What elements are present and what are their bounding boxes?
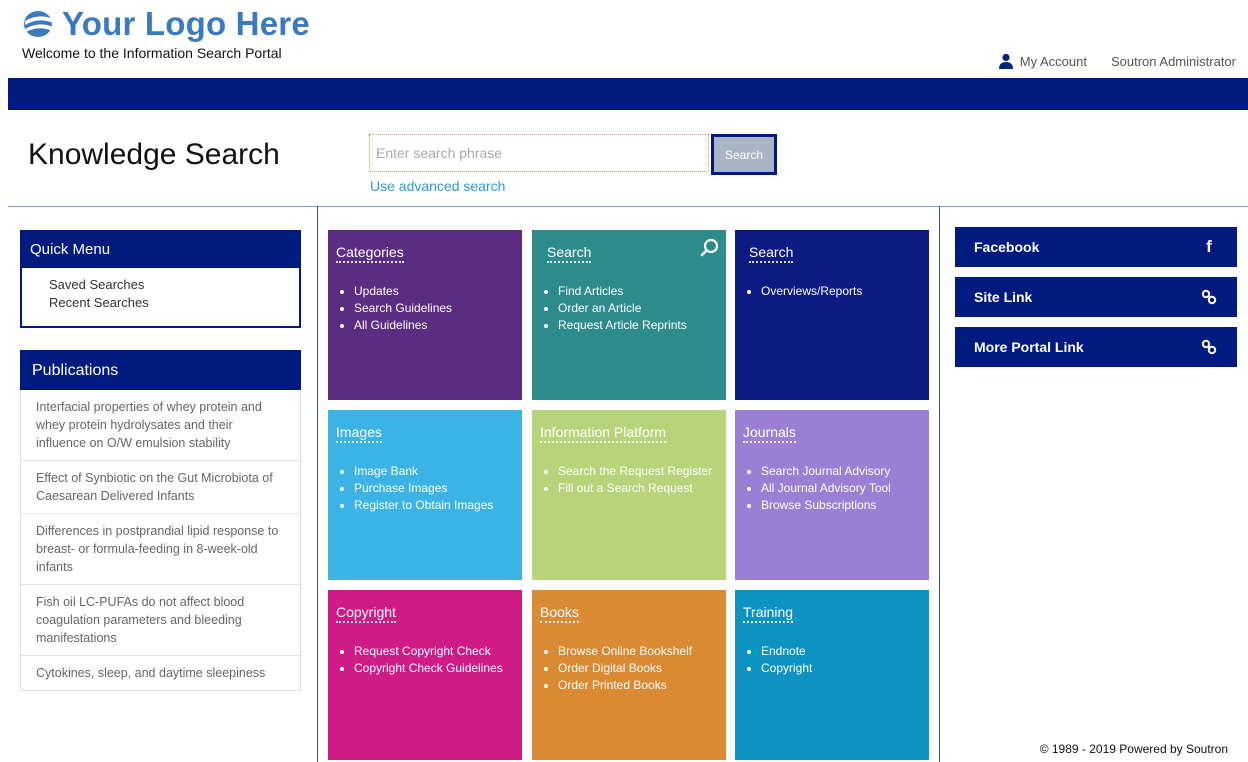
- search-input[interactable]: [369, 134, 709, 172]
- tile-information-platform[interactable]: Information Platform Search the Request …: [532, 410, 726, 580]
- tile-books[interactable]: Books Browse Online Bookshelf Order Digi…: [532, 590, 726, 760]
- tile-title[interactable]: Books: [540, 604, 579, 623]
- divider: [939, 206, 940, 762]
- tile-title[interactable]: Training: [743, 604, 794, 623]
- tile-journals[interactable]: Journals Search Journal Advisory All Jou…: [735, 410, 929, 580]
- publication-item[interactable]: Effect of Synbiotic on the Gut Microbiot…: [21, 460, 300, 513]
- tile-link[interactable]: Find Articles: [558, 283, 718, 300]
- tile-link[interactable]: Overviews/Reports: [761, 283, 921, 300]
- logo-text: Your Logo Here: [62, 5, 310, 42]
- tile-link[interactable]: Copyright Check Guidelines: [354, 660, 514, 677]
- tile-link[interactable]: Search Journal Advisory: [761, 463, 921, 480]
- tile-title[interactable]: Information Platform: [540, 424, 667, 443]
- tile-link[interactable]: Browse Online Bookshelf: [558, 643, 718, 660]
- copyright-text: © 1989 - 2019 Powered by Soutron: [1039, 742, 1228, 756]
- advanced-search-link[interactable]: Use advanced search: [370, 178, 505, 194]
- tile-link[interactable]: Request Article Reprints: [558, 317, 718, 334]
- link-label: Site Link: [974, 289, 1033, 305]
- tile-title[interactable]: Journals: [743, 424, 796, 443]
- search-button[interactable]: Search: [711, 134, 777, 175]
- tile-title[interactable]: Categories: [336, 244, 404, 263]
- publications-panel: Publications Interfacial properties of w…: [20, 350, 301, 691]
- divider: [8, 206, 1248, 207]
- header-bar: [8, 78, 1248, 110]
- tile-title[interactable]: Images: [336, 424, 382, 443]
- more-portal-link[interactable]: More Portal Link: [955, 327, 1237, 367]
- tile-categories[interactable]: Categories Updates Search Guidelines All…: [328, 230, 522, 400]
- tile-search-reports[interactable]: Search Overviews/Reports: [735, 230, 929, 400]
- link-label: More Portal Link: [974, 339, 1084, 355]
- publication-item[interactable]: Differences in postprandial lipid respon…: [21, 513, 300, 584]
- publication-item[interactable]: Interfacial properties of whey protein a…: [21, 390, 300, 460]
- tile-search-articles[interactable]: Search Find Articles Order an Article Re…: [532, 230, 726, 400]
- my-account-link[interactable]: My Account: [1020, 54, 1087, 69]
- tile-link[interactable]: Purchase Images: [354, 480, 514, 497]
- publication-item[interactable]: Cytokines, sleep, and daytime sleepiness: [21, 655, 300, 690]
- tile-link[interactable]: Copyright: [761, 660, 921, 677]
- tile-link[interactable]: Request Copyright Check: [354, 643, 514, 660]
- tile-link[interactable]: Register to Obtain Images: [354, 497, 514, 514]
- quick-menu-panel: Quick Menu Saved Searches Recent Searche…: [20, 230, 301, 328]
- tile-images[interactable]: Images Image Bank Purchase Images Regist…: [328, 410, 522, 580]
- tile-link[interactable]: Endnote: [761, 643, 921, 660]
- tile-title[interactable]: Copyright: [336, 604, 396, 623]
- tile-link[interactable]: Order Printed Books: [558, 677, 718, 694]
- search-icon[interactable]: [700, 238, 720, 258]
- tile-link[interactable]: Updates: [354, 283, 514, 300]
- publication-item[interactable]: Fish oil LC-PUFAs do not affect blood co…: [21, 584, 300, 655]
- facebook-link[interactable]: Facebook f: [955, 227, 1237, 267]
- tile-link[interactable]: All Journal Advisory Tool: [761, 480, 921, 497]
- quick-menu-item-saved-searches[interactable]: Saved Searches: [22, 276, 299, 294]
- page-title: Knowledge Search: [28, 138, 280, 171]
- user-icon: [998, 53, 1013, 69]
- tile-link[interactable]: Search the Request Register: [558, 463, 718, 480]
- welcome-text: Welcome to the Information Search Portal: [22, 45, 282, 61]
- publications-title: Publications: [20, 350, 301, 390]
- tile-link[interactable]: Image Bank: [354, 463, 514, 480]
- globe-logo-icon: [24, 11, 53, 37]
- tile-training[interactable]: Training Endnote Copyright: [735, 590, 929, 760]
- tile-link[interactable]: All Guidelines: [354, 317, 514, 334]
- tile-copyright[interactable]: Copyright Request Copyright Check Copyri…: [328, 590, 522, 760]
- logo[interactable]: Your Logo Here: [22, 6, 310, 42]
- quick-menu-title: Quick Menu: [22, 232, 299, 268]
- tile-title[interactable]: Search: [547, 244, 592, 263]
- divider: [317, 206, 318, 762]
- tile-link[interactable]: Order an Article: [558, 300, 718, 317]
- tile-title[interactable]: Search: [749, 244, 794, 263]
- account-area: My Account Soutron Administrator: [998, 53, 1236, 69]
- site-link[interactable]: Site Link: [955, 277, 1237, 317]
- link-icon: [1201, 339, 1217, 355]
- tile-link[interactable]: Search Guidelines: [354, 300, 514, 317]
- quick-menu-item-recent-searches[interactable]: Recent Searches: [22, 294, 299, 312]
- tile-link[interactable]: Order Digital Books: [558, 660, 718, 677]
- link-label: Facebook: [974, 239, 1040, 255]
- facebook-icon: f: [1206, 237, 1212, 256]
- user-name-link[interactable]: Soutron Administrator: [1111, 54, 1236, 69]
- link-icon: [1201, 289, 1217, 305]
- tile-link[interactable]: Browse Subscriptions: [761, 497, 921, 514]
- tile-link[interactable]: Fill out a Search Request: [558, 480, 718, 497]
